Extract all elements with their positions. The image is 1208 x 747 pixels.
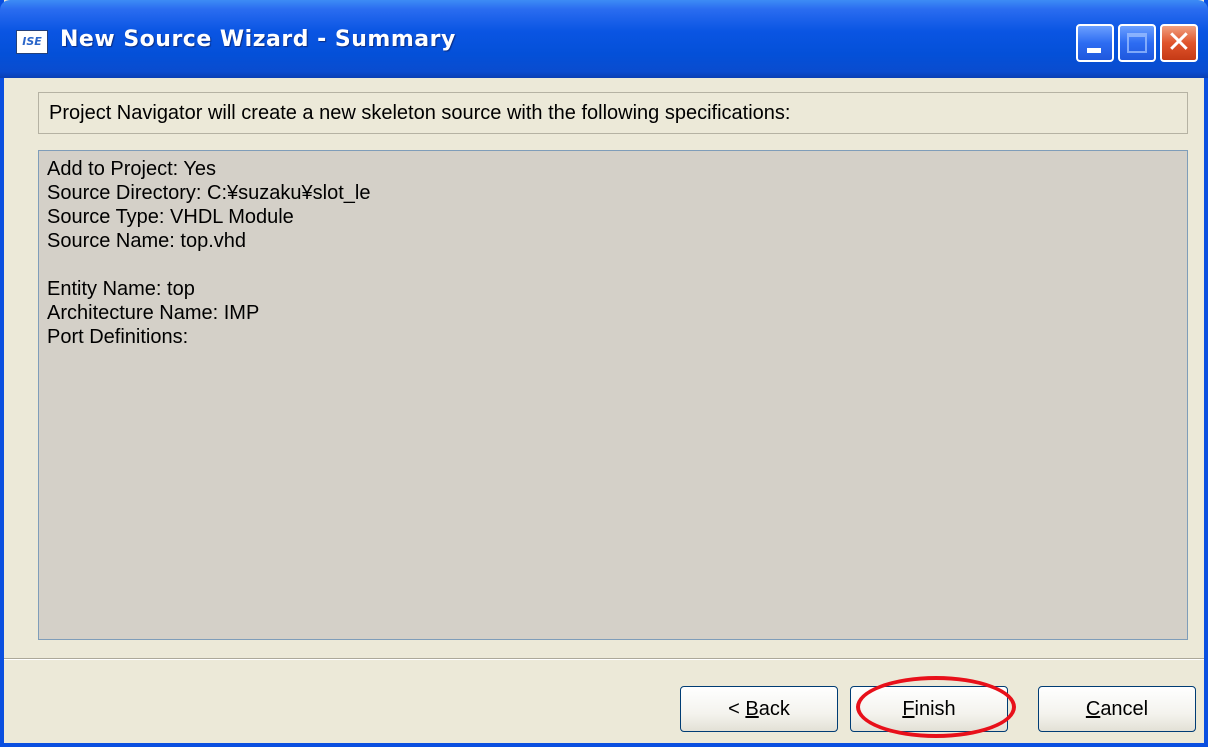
finish-label-rest: inish <box>914 698 956 720</box>
minimize-button[interactable] <box>1076 24 1114 62</box>
back-label-rest: ack <box>758 698 790 720</box>
summary-entity-name: Entity Name: top <box>47 278 195 300</box>
summary-box: Add to Project: Yes Source Directory: C:… <box>38 150 1188 640</box>
cancel-accelerator: C <box>1085 698 1101 720</box>
summary-source-type: Source Type: VHDL Module <box>47 206 294 228</box>
window-title: New Source Wizard - Summary <box>60 27 456 52</box>
summary-port-definitions: Port Definitions: <box>47 326 189 348</box>
back-button[interactable]: < Back <box>680 686 838 732</box>
close-button[interactable]: ✕ <box>1160 24 1198 62</box>
cancel-label-rest: ancel <box>1100 698 1149 720</box>
title-bar[interactable]: ISE New Source Wizard - Summary ✕ <box>0 0 1208 78</box>
maximize-button <box>1118 24 1156 62</box>
ise-app-icon: ISE <box>16 30 48 54</box>
finish-button[interactable]: Finish <box>850 686 1008 732</box>
intro-text: Project Navigator will create a new skel… <box>38 92 1188 134</box>
back-accelerator: B <box>745 698 759 720</box>
minimize-icon <box>1087 48 1101 53</box>
finish-accelerator: F <box>902 698 915 720</box>
maximize-icon <box>1127 33 1147 53</box>
summary-add-to-project: Add to Project: Yes <box>47 158 217 180</box>
button-separator <box>4 658 1204 660</box>
summary-spacer <box>47 253 1179 277</box>
summary-architecture-name: Architecture Name: IMP <box>47 302 260 324</box>
summary-source-name: Source Name: top.vhd <box>47 230 246 252</box>
close-icon: ✕ <box>1166 25 1192 60</box>
cancel-button[interactable]: Cancel <box>1038 686 1196 732</box>
back-prefix: < <box>728 698 746 720</box>
wizard-window: ISE New Source Wizard - Summary ✕ Projec… <box>0 0 1208 747</box>
summary-source-directory: Source Directory: C:¥suzaku¥slot_le <box>47 182 371 204</box>
